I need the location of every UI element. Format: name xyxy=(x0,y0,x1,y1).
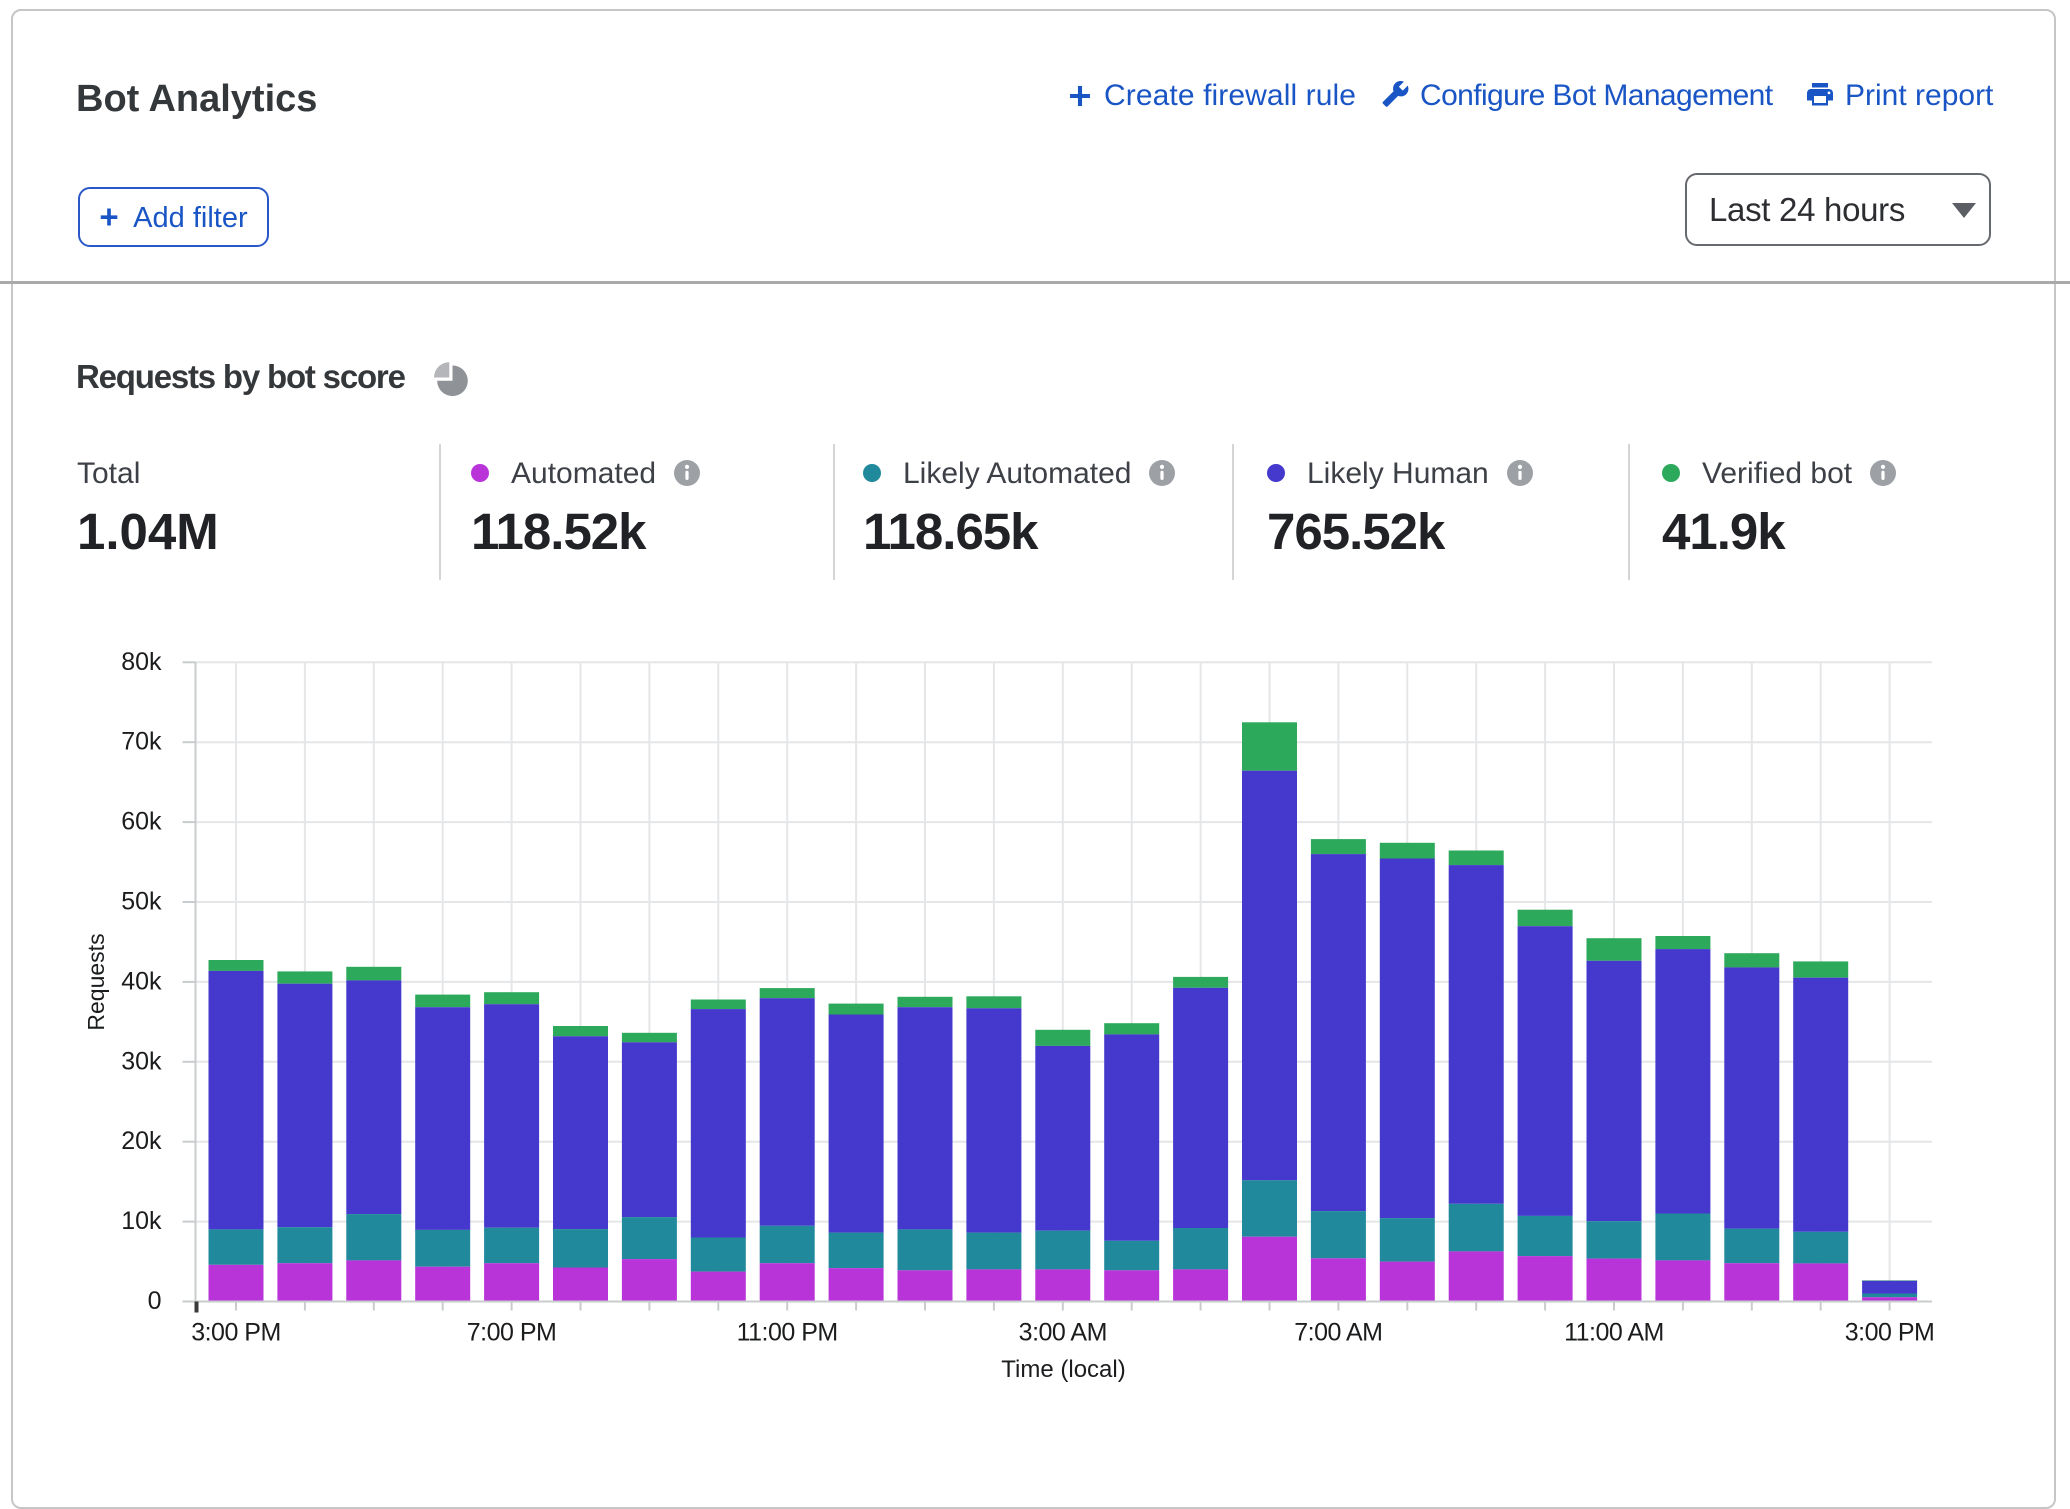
svg-text:11:00 AM: 11:00 AM xyxy=(1564,1319,1664,1347)
svg-text:7:00 AM: 7:00 AM xyxy=(1294,1319,1382,1347)
svg-text:3:00 AM: 3:00 AM xyxy=(1019,1319,1107,1347)
svg-text:3:00 PM: 3:00 PM xyxy=(1845,1319,1935,1347)
svg-text:7:00 PM: 7:00 PM xyxy=(467,1319,557,1347)
svg-text:Time (local): Time (local) xyxy=(1001,1356,1125,1383)
svg-text:3:00 PM: 3:00 PM xyxy=(191,1319,281,1347)
svg-text:10k: 10k xyxy=(121,1207,162,1235)
svg-text:20k: 20k xyxy=(121,1127,162,1155)
svg-text:30k: 30k xyxy=(121,1047,162,1075)
svg-text:60k: 60k xyxy=(121,808,162,836)
svg-text:50k: 50k xyxy=(121,888,162,916)
svg-text:70k: 70k xyxy=(121,728,162,756)
svg-text:Requests: Requests xyxy=(83,933,109,1030)
svg-text:80k: 80k xyxy=(121,648,162,676)
svg-text:0: 0 xyxy=(148,1287,162,1315)
svg-text:40k: 40k xyxy=(121,967,162,995)
svg-text:11:00 PM: 11:00 PM xyxy=(737,1319,838,1347)
